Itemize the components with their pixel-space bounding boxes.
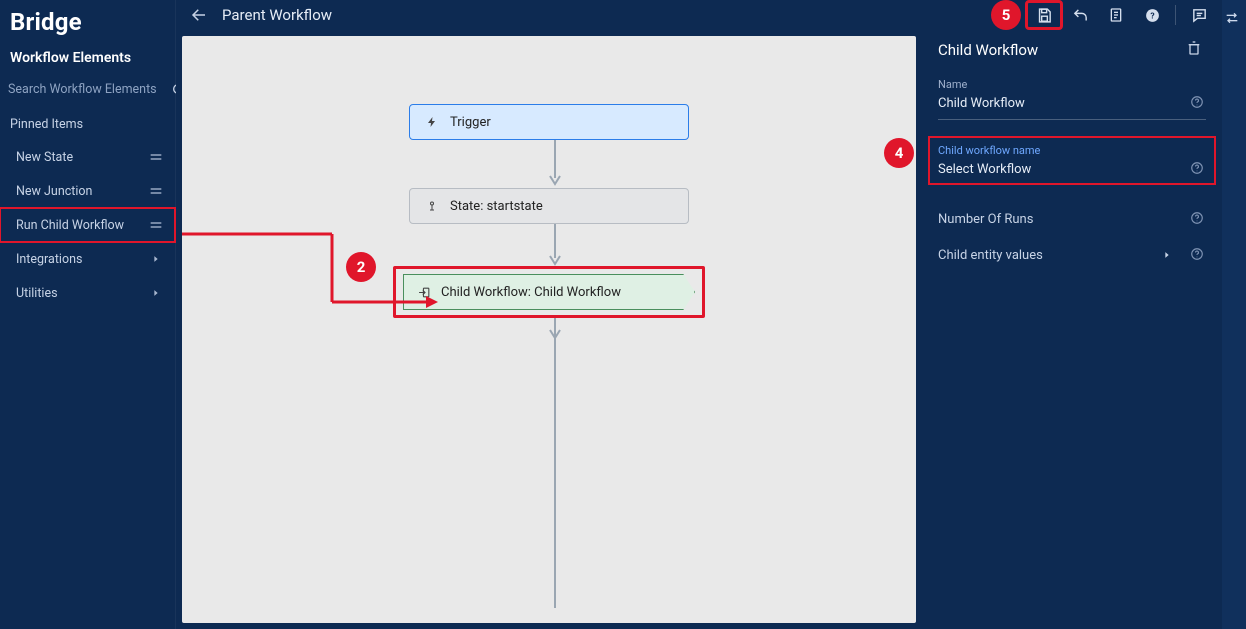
field-child-workflow-name: Child workflow name Select Workflow: [930, 138, 1214, 183]
save-button[interactable]: [1027, 2, 1061, 28]
delete-button[interactable]: [1186, 40, 1206, 60]
left-sidebar: Bridge Workflow Elements Pinned Items Ne…: [0, 0, 176, 629]
field-label: Child workflow name: [938, 144, 1206, 157]
sidebar-group-utilities[interactable]: Utilities: [0, 276, 175, 310]
right-panel-title: Child Workflow: [938, 41, 1038, 59]
drag-handle-icon[interactable]: [147, 148, 165, 166]
right-toolbar: 5 ?: [922, 0, 1222, 30]
drag-handle-icon[interactable]: [147, 182, 165, 200]
top-bar: Parent Workflow: [176, 0, 922, 30]
app-brand: Bridge: [0, 0, 175, 40]
field-name: Name: [938, 78, 1206, 120]
comments-button[interactable]: [1182, 2, 1216, 28]
bolt-icon: [424, 114, 440, 130]
main-column: Parent Workflow Trigger: [176, 0, 922, 629]
annotation-badge-5: 5: [991, 0, 1021, 30]
svg-text:?: ?: [1150, 11, 1154, 21]
chevron-right-icon: [147, 250, 165, 268]
field-label: Name: [938, 78, 1206, 91]
node-trigger[interactable]: Trigger: [409, 104, 689, 140]
sidebar-item-label: Utilities: [16, 286, 58, 301]
sidebar-item-new-state[interactable]: New State: [0, 140, 175, 174]
sidebar-group-integrations[interactable]: Integrations: [0, 242, 175, 276]
name-input[interactable]: [938, 96, 1182, 111]
swap-panel-icon[interactable]: [1224, 10, 1244, 30]
sidebar-item-label: Integrations: [16, 252, 82, 267]
sidebar-item-label: New State: [16, 150, 73, 165]
field-child-entity-values[interactable]: Child entity values: [938, 237, 1206, 273]
field-number-of-runs[interactable]: Number Of Runs: [938, 201, 1206, 237]
pinned-items-heading: Pinned Items: [0, 109, 175, 140]
workflow-canvas[interactable]: Trigger State: startstate: [182, 36, 916, 623]
workflow-title: Parent Workflow: [222, 6, 332, 24]
sidebar-item-new-junction[interactable]: New Junction: [0, 174, 175, 208]
sidebar-item-label: Run Child Workflow: [16, 218, 124, 233]
notes-button[interactable]: [1099, 2, 1133, 28]
annotation-badge-2: 2: [346, 252, 376, 282]
field-label: Number Of Runs: [938, 212, 1033, 227]
connector: [548, 224, 550, 268]
help-icon[interactable]: [1190, 95, 1206, 111]
node-label: Child Workflow: Child Workflow: [441, 285, 621, 300]
search-input[interactable]: [8, 78, 167, 101]
help-icon[interactable]: [1190, 161, 1206, 177]
help-icon[interactable]: [1190, 247, 1206, 263]
toolbar-divider: [1175, 5, 1176, 25]
field-label: Child entity values: [938, 248, 1043, 263]
enter-icon: [418, 286, 431, 299]
sidebar-item-label: New Junction: [16, 184, 92, 199]
node-state[interactable]: State: startstate: [409, 188, 689, 224]
node-child-workflow[interactable]: Child Workflow: Child Workflow: [403, 274, 695, 310]
sidebar-heading: Workflow Elements: [0, 40, 175, 74]
connector: [548, 318, 550, 618]
node-label: State: startstate: [450, 199, 543, 214]
sidebar-search[interactable]: [0, 74, 175, 109]
chevron-right-icon: [147, 284, 165, 302]
child-workflow-select[interactable]: Select Workflow: [938, 162, 1182, 177]
help-button[interactable]: ?: [1135, 2, 1169, 28]
sidebar-item-run-child-workflow[interactable]: Run Child Workflow: [0, 208, 175, 242]
back-button[interactable]: [188, 4, 210, 26]
undo-button[interactable]: [1063, 2, 1097, 28]
connector: [548, 140, 550, 188]
state-icon: [424, 198, 440, 214]
node-label: Trigger: [450, 115, 491, 130]
chevron-right-icon: [1162, 250, 1172, 260]
node-child-workflow-highlight: Child Workflow: Child Workflow: [393, 266, 705, 318]
drag-handle-icon[interactable]: [147, 216, 165, 234]
right-rail: [1222, 0, 1246, 629]
right-panel: 5 ? 4 Child Workflow: [922, 0, 1222, 629]
help-icon[interactable]: [1190, 211, 1206, 227]
